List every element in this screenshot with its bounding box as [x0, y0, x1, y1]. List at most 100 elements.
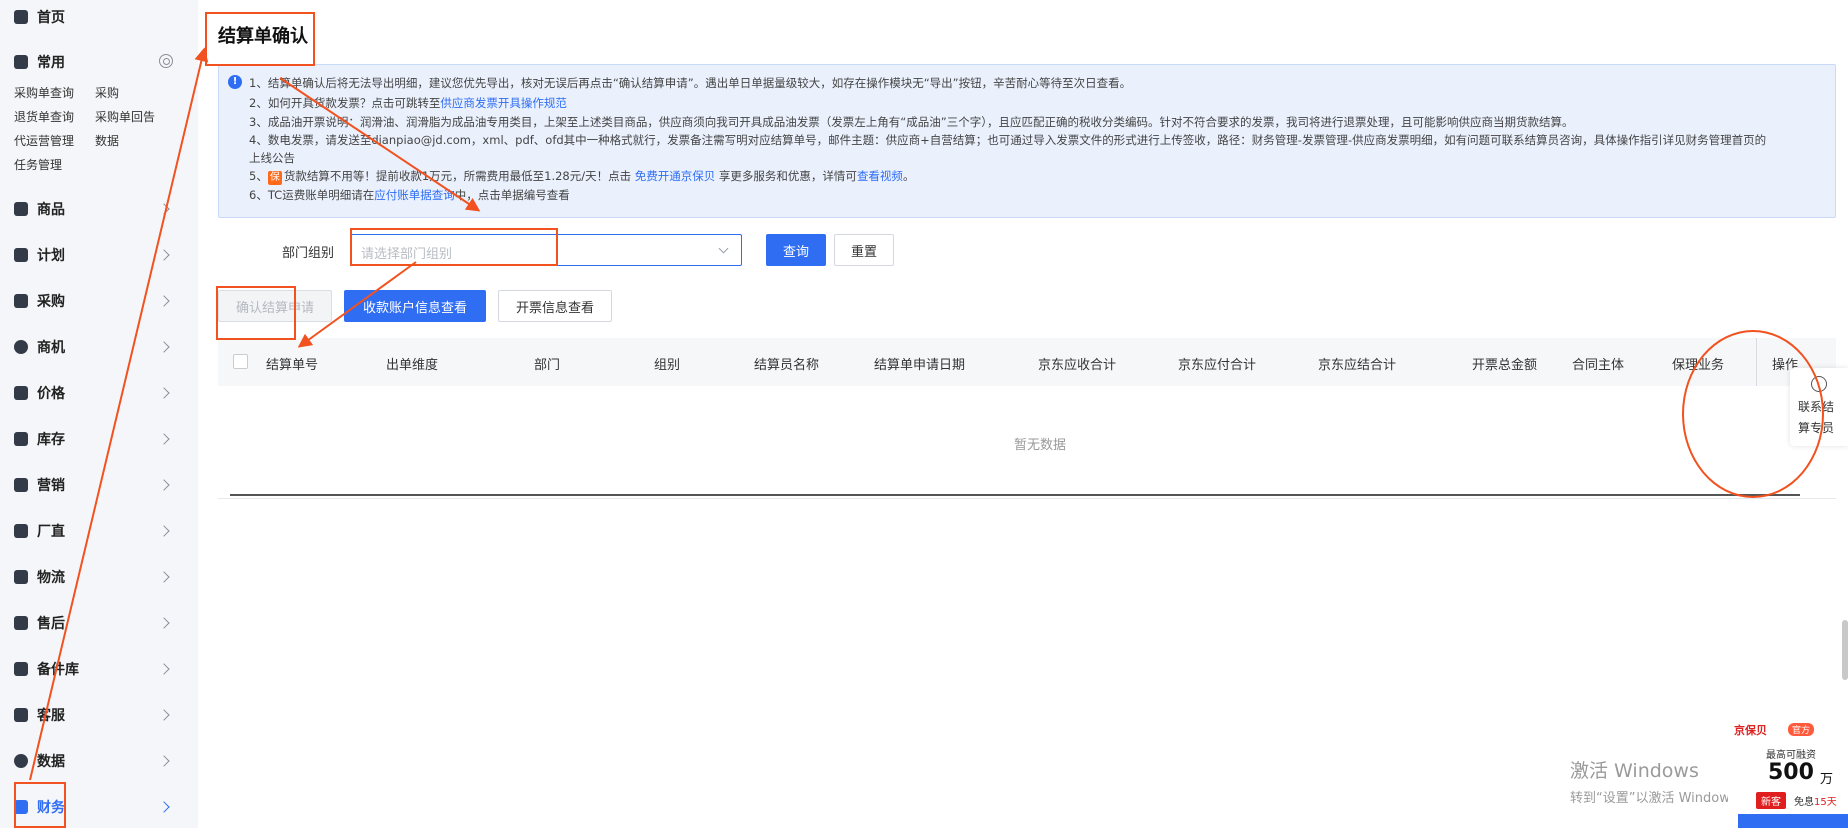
sidebar-item-label: 营销	[37, 478, 65, 494]
bao-badge-icon: 保	[267, 171, 282, 185]
after-sales-icon	[14, 616, 28, 630]
column-header: 京东应付合计	[1178, 358, 1257, 373]
column-header: 开票总金额	[1472, 358, 1538, 373]
jingbaobei-ad[interactable]: 京保贝 官方 最高可融资 500 万 新客 免息15天	[1728, 720, 1848, 828]
quick-link-data[interactable]: 数据	[95, 132, 119, 149]
sidebar-item-purchase[interactable]: 采购	[0, 286, 198, 316]
query-button[interactable]: 查询	[766, 234, 826, 266]
sidebar-item-factory-direct[interactable]: 厂直	[0, 516, 198, 546]
sidebar-item-label: 常用	[37, 55, 65, 71]
chevron-right-icon	[158, 433, 170, 445]
ad-label: 最高可融资	[1766, 750, 1816, 761]
notice-line-1: 1、结算单确认后将无法导出明细，建议您优先导出，核对无误后再点击“确认结算申请”…	[249, 76, 1132, 90]
sidebar-item-label: 物流	[37, 570, 65, 586]
annotation-box-finance	[14, 782, 66, 828]
chevron-right-icon	[158, 755, 170, 767]
notice-line-5: 5、保货款结算不用等！提前收款1万元，所需费用最低至1.28元/天！点击 免费开…	[249, 169, 915, 185]
notice-text: 货款结算不用等！提前收款1万元，所需费用最低至1.28元/天！点击	[283, 169, 635, 183]
new-customer-badge: 新客	[1756, 792, 1786, 809]
notice-line-4: 4、数电发票，请发送至dianpiao@jd.com，xml、pdf、ofd其中…	[249, 133, 1767, 147]
chevron-right-icon	[158, 617, 170, 629]
bar-chart-icon	[14, 478, 28, 492]
quick-link-task-management[interactable]: 任务管理	[14, 156, 62, 173]
ad-amount: 500	[1768, 760, 1814, 785]
sidebar-item-plan[interactable]: 计划	[0, 240, 198, 270]
sidebar-item-home[interactable]: 首页	[0, 2, 198, 32]
notice-line-3: 3、成品油开票说明：润滑油、润滑脂为成品油专用类目，上架至上述类目商品，供应商须…	[249, 115, 1574, 129]
chevron-right-icon	[158, 571, 170, 583]
notice-text: 享更多服务和优惠，详情可	[715, 169, 857, 183]
chevron-right-icon	[158, 801, 170, 813]
common-icon	[14, 55, 28, 69]
notice-text: 。	[902, 169, 915, 183]
empty-state: 暂无数据	[1014, 438, 1067, 453]
sidebar-item-data[interactable]: 数据	[0, 746, 198, 776]
column-header: 组别	[654, 358, 681, 373]
sidebar-item-label: 库存	[37, 432, 65, 448]
purchase-icon	[14, 294, 28, 308]
column-header: 结算单号	[266, 358, 319, 373]
chevron-right-icon	[158, 203, 170, 215]
page-scrollbar[interactable]	[1842, 620, 1848, 680]
notice-line-2: 2、如何开具货款发票？点击可跳转至供应商发票开具操作规范	[249, 95, 567, 111]
table-header: 结算单号 出单维度 部门 组别 结算员名称 结算单申请日期 京东应收合计 京东应…	[218, 338, 1836, 386]
annotation-circle-contact	[1682, 330, 1824, 498]
sidebar: 首页 常用 采购单查询 采购 退货单查询 采购单回告 代运营管理 数据 任务管理…	[0, 0, 198, 828]
column-header: 合同主体	[1572, 358, 1625, 373]
price-icon	[14, 386, 28, 400]
trend-icon	[14, 432, 28, 446]
sidebar-item-inventory[interactable]: 库存	[0, 424, 198, 454]
sidebar-item-after-sales[interactable]: 售后	[0, 608, 198, 638]
ad-action-bar[interactable]	[1738, 814, 1848, 828]
quick-link-purchase-order-reply[interactable]: 采购单回告	[95, 108, 155, 125]
reset-button[interactable]: 重置	[834, 234, 894, 266]
video-link[interactable]: 查看视频	[857, 169, 903, 183]
sidebar-item-spare-parts[interactable]: 备件库	[0, 654, 198, 684]
divider	[218, 498, 1836, 499]
chevron-right-icon	[158, 479, 170, 491]
lightbulb-icon	[14, 340, 28, 354]
account-info-button[interactable]: 收款账户信息查看	[344, 290, 486, 322]
invoice-info-button[interactable]: 开票信息查看	[498, 290, 612, 322]
ad-brand: 京保贝	[1734, 724, 1767, 737]
home-icon	[14, 10, 28, 24]
invoice-guide-link[interactable]: 供应商发票开具操作规范	[440, 96, 567, 110]
notice-line-4b: 上线公告	[249, 151, 295, 165]
table-scrollbar[interactable]	[230, 494, 1800, 496]
column-header: 出单维度	[386, 358, 439, 373]
chevron-down-icon	[718, 243, 729, 254]
column-header: 京东应收合计	[1038, 358, 1117, 373]
chevron-right-icon	[158, 341, 170, 353]
chevron-right-icon	[158, 525, 170, 537]
windows-activation-watermark: 激活 Windows 转到“设置”以激活 Windows。	[1570, 756, 1750, 806]
sidebar-item-label: 商机	[37, 340, 65, 356]
jingbaobei-link[interactable]: 免费开通京保贝	[635, 169, 716, 183]
quick-link-purchase[interactable]: 采购	[95, 84, 119, 101]
quick-link-purchase-order-query[interactable]: 采购单查询	[14, 84, 74, 101]
sidebar-item-label: 厂直	[37, 524, 65, 540]
annotation-box-select	[350, 228, 558, 266]
select-all-checkbox[interactable]	[233, 354, 248, 369]
sidebar-item-price[interactable]: 价格	[0, 378, 198, 408]
gear-icon[interactable]	[159, 54, 173, 68]
notice-panel: ! 1、结算单确认后将无法导出明细，建议您优先导出，核对无误后再点击“确认结算申…	[218, 64, 1836, 218]
sidebar-item-opportunity[interactable]: 商机	[0, 332, 198, 362]
headset-icon	[14, 708, 28, 722]
sidebar-item-label: 首页	[37, 10, 65, 26]
payable-bill-query-link[interactable]: 应付账单据查询	[374, 188, 455, 202]
chevron-right-icon	[158, 663, 170, 675]
ad-tag: 官方	[1788, 723, 1815, 736]
sidebar-item-marketing[interactable]: 营销	[0, 470, 198, 500]
column-header: 京东应结合计	[1318, 358, 1397, 373]
quick-link-agency-ops[interactable]: 代运营管理	[14, 132, 74, 149]
sidebar-item-customer-service[interactable]: 客服	[0, 700, 198, 730]
quick-link-return-order-query[interactable]: 退货单查询	[14, 108, 74, 125]
notice-text: 6、TC运费账单明细请在	[249, 188, 375, 202]
sidebar-item-logistics[interactable]: 物流	[0, 562, 198, 592]
sidebar-item-label: 价格	[37, 386, 65, 402]
sidebar-item-goods[interactable]: 商品	[0, 194, 198, 224]
chevron-right-icon	[158, 387, 170, 399]
plan-icon	[14, 248, 28, 262]
watermark-line: 激活 Windows	[1570, 760, 1699, 782]
app-root: 首页 常用 采购单查询 采购 退货单查询 采购单回告 代运营管理 数据 任务管理…	[0, 0, 1848, 828]
